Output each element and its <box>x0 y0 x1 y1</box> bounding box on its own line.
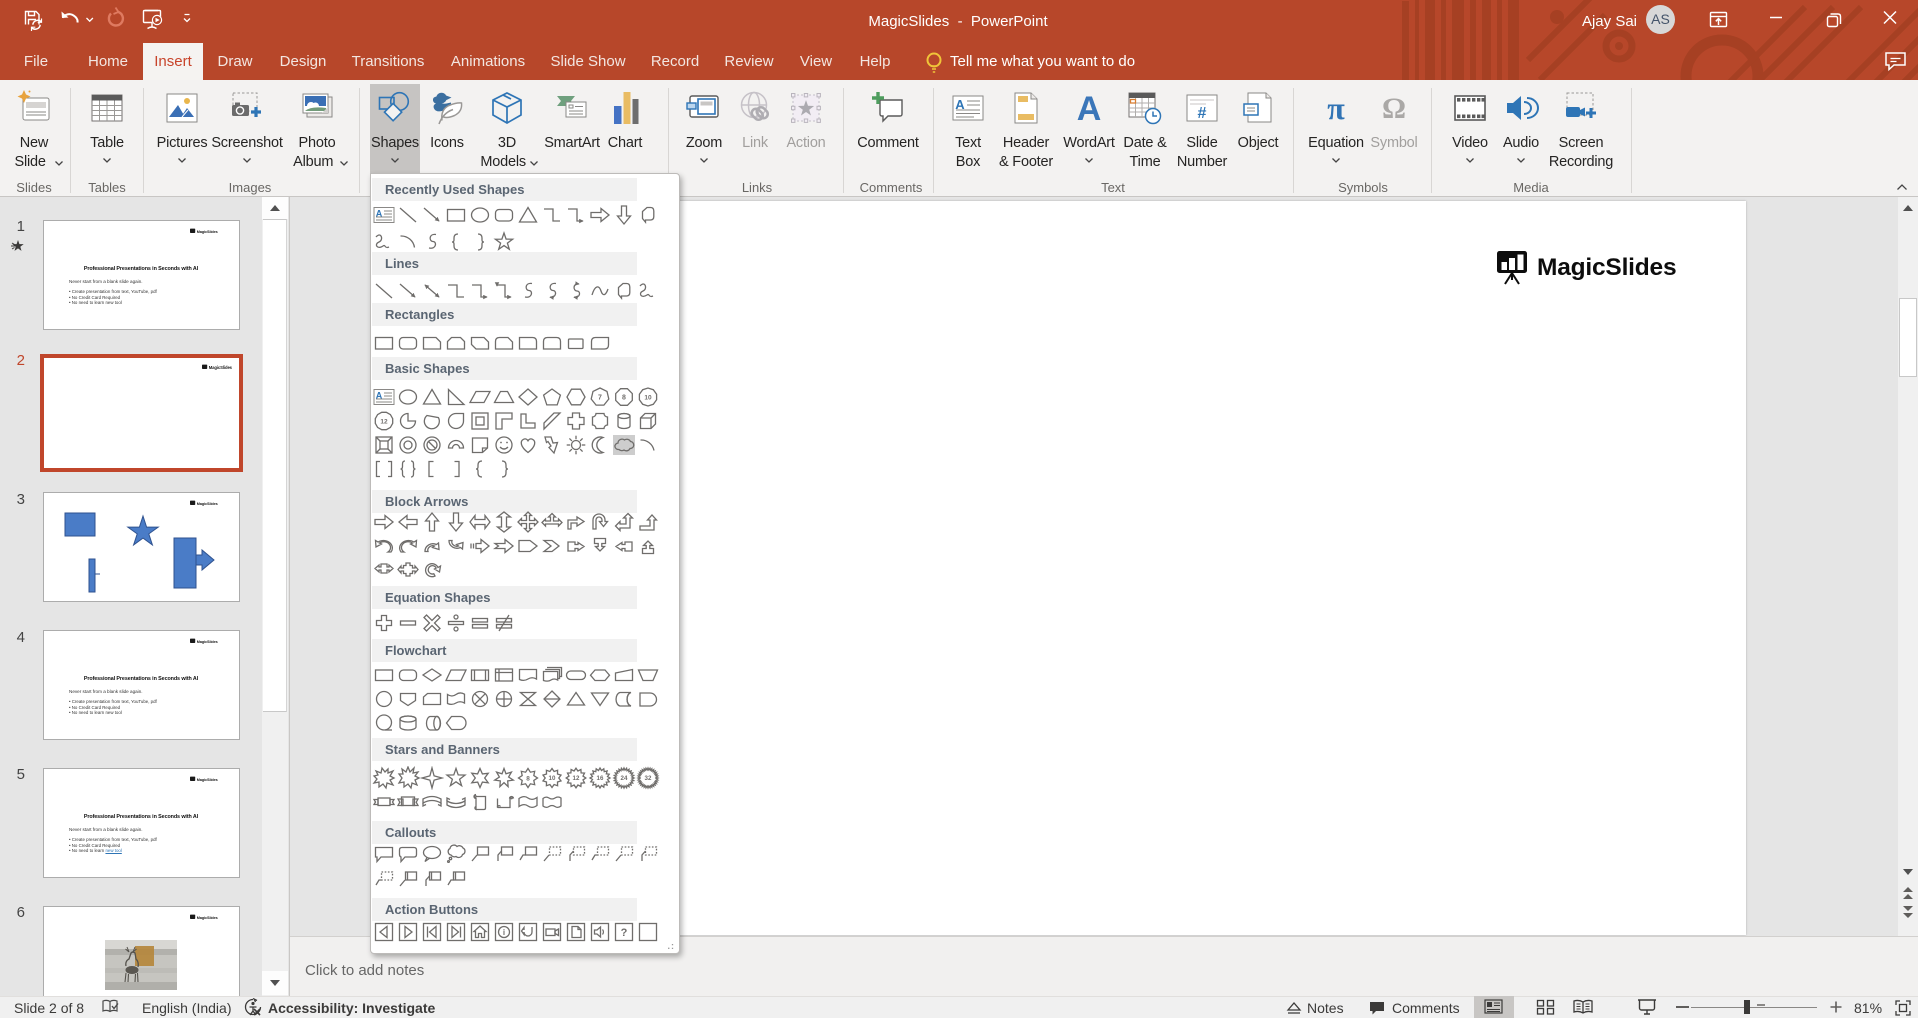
svg-text:MagicSlides: MagicSlides <box>209 365 233 370</box>
svg-text:12: 12 <box>380 418 388 425</box>
svg-text:16: 16 <box>597 775 604 782</box>
svg-text:32: 32 <box>645 775 652 782</box>
svg-text:MagicSlides: MagicSlides <box>197 640 218 644</box>
svg-text:12: 12 <box>573 775 580 782</box>
svg-text:π: π <box>1327 90 1345 126</box>
svg-text:i: i <box>503 928 505 937</box>
svg-text:8: 8 <box>526 775 530 782</box>
svg-text:MagicSlides: MagicSlides <box>197 230 218 234</box>
svg-text:7: 7 <box>598 395 602 402</box>
svg-text:A: A <box>1077 90 1102 126</box>
svg-text:Ω: Ω <box>1382 92 1406 125</box>
svg-text:#: # <box>1198 105 1207 122</box>
svg-text:MagicSlides: MagicSlides <box>197 778 218 782</box>
svg-text:MagicSlides: MagicSlides <box>1537 254 1676 281</box>
svg-text:8: 8 <box>622 395 626 402</box>
svg-text:24: 24 <box>621 775 628 782</box>
svg-text:10: 10 <box>549 775 556 782</box>
svg-text:MagicSlides: MagicSlides <box>197 916 218 920</box>
svg-text:10: 10 <box>644 394 652 401</box>
svg-text:?: ? <box>621 927 628 939</box>
